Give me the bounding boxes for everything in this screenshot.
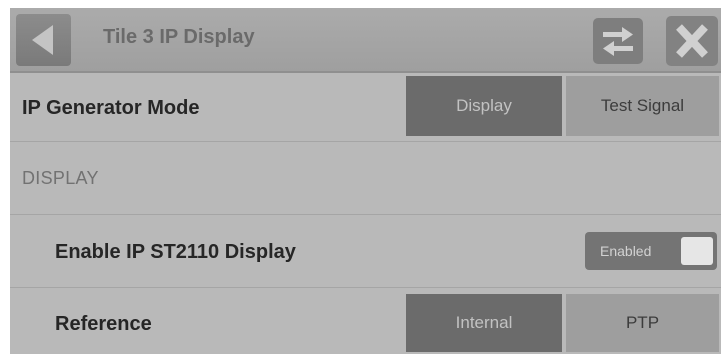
generator-mode-row: IP Generator Mode Display Test Signal [10, 73, 721, 142]
enable-display-row: Enable IP ST2110 Display Enabled [10, 215, 721, 288]
reference-internal-button[interactable]: Internal [406, 294, 562, 352]
display-section-heading: DISPLAY [22, 168, 99, 188]
back-arrow-icon [32, 25, 53, 55]
reference-row: Reference Internal PTP [10, 288, 721, 354]
page-title: Tile 3 IP Display [103, 26, 255, 48]
swap-button[interactable] [593, 18, 643, 64]
enable-display-toggle[interactable]: Enabled [585, 232, 717, 270]
reference-label: Reference [55, 313, 152, 335]
toggle-knob [681, 237, 713, 265]
display-section-row: DISPLAY [10, 142, 721, 215]
generator-mode-display-button[interactable]: Display [406, 76, 562, 136]
reference-ptp-button[interactable]: PTP [566, 294, 719, 352]
toggle-state-label: Enabled [600, 243, 652, 259]
close-x-icon [676, 24, 708, 58]
panel-header: Tile 3 IP Display [10, 8, 721, 73]
back-button[interactable] [16, 14, 71, 66]
enable-display-label: Enable IP ST2110 Display [55, 241, 296, 263]
generator-mode-test-signal-button[interactable]: Test Signal [566, 76, 719, 136]
generator-mode-label: IP Generator Mode [22, 97, 200, 119]
swap-arrows-icon [603, 27, 633, 56]
close-button[interactable] [666, 16, 718, 66]
tile-settings-panel: Tile 3 IP Display IP Generator Mode Disp… [10, 8, 721, 354]
